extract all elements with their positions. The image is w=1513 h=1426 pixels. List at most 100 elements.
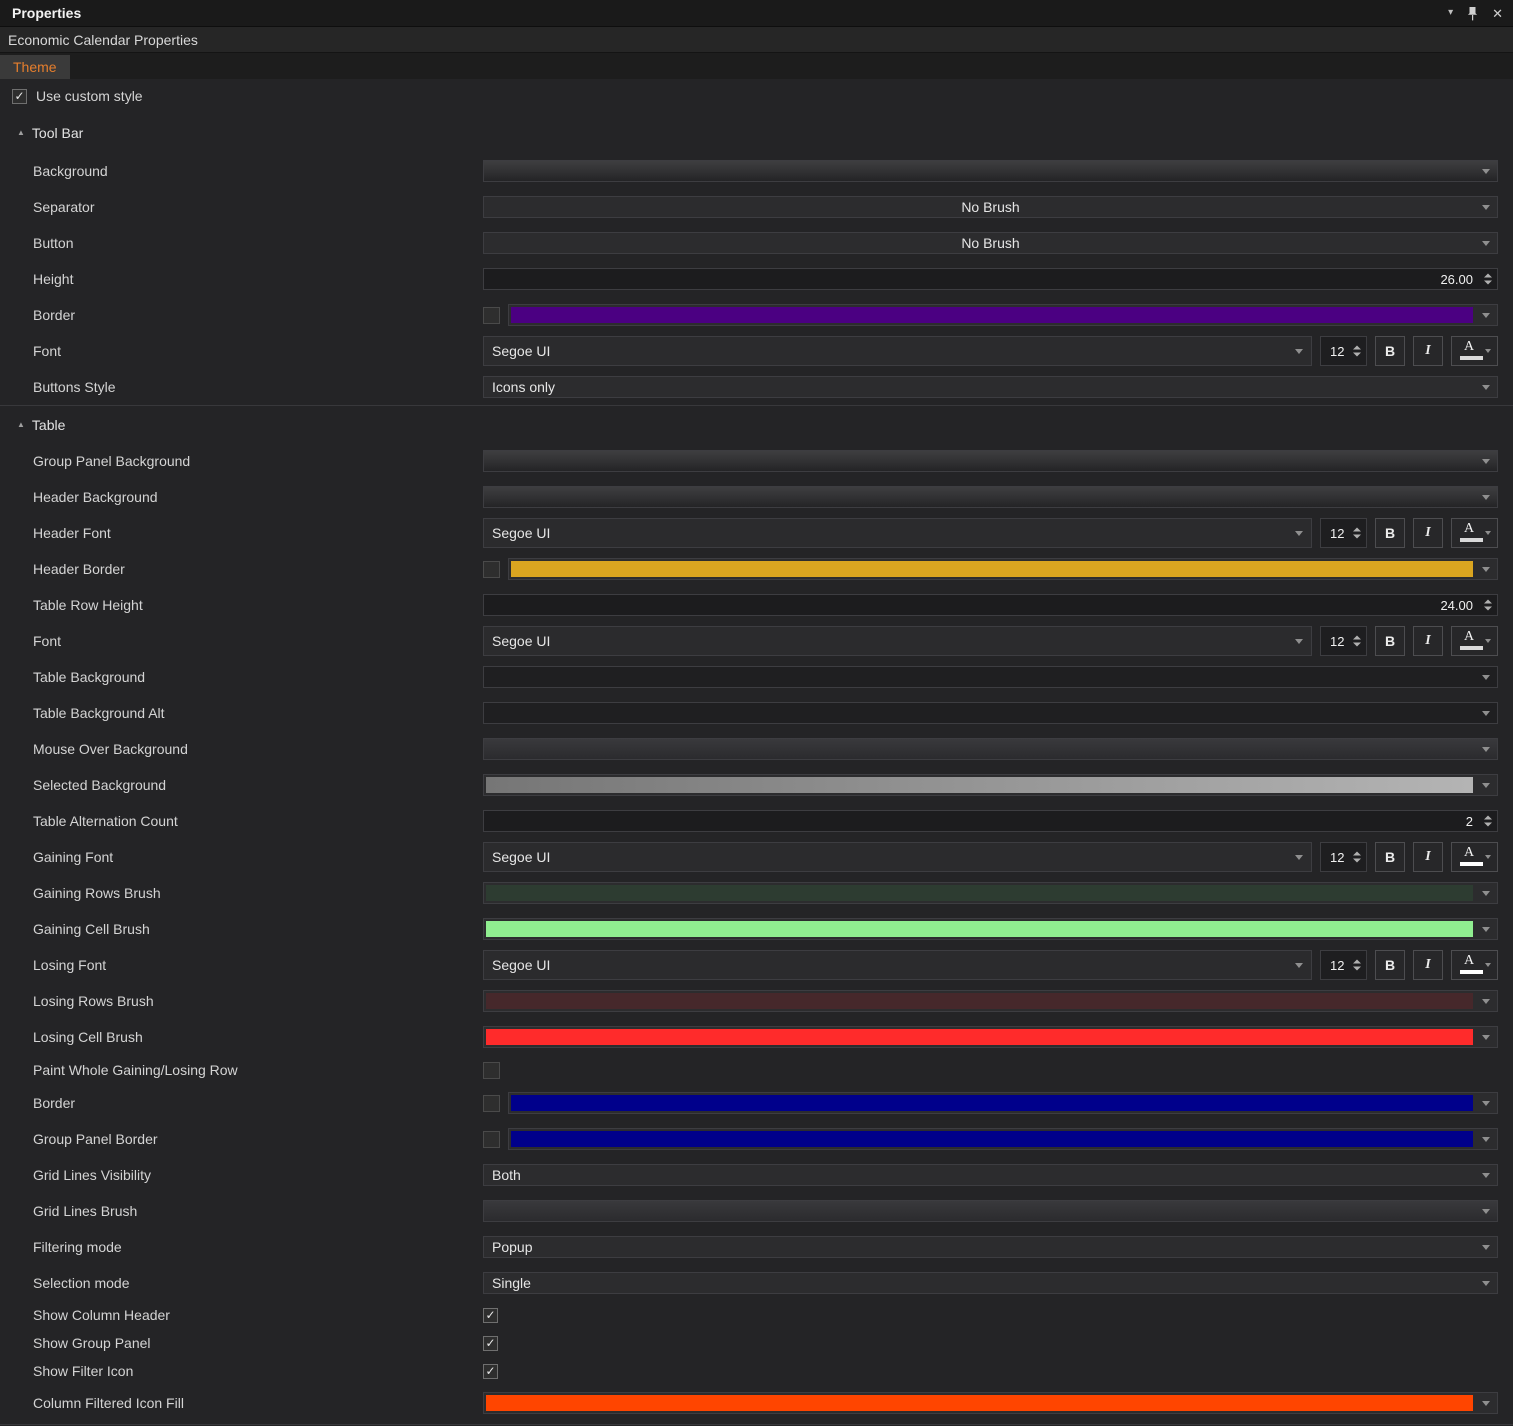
row-toolbar-background: Background bbox=[0, 153, 1513, 189]
bold-button[interactable]: B bbox=[1375, 950, 1405, 980]
font-family-dropdown[interactable]: Segoe UI bbox=[483, 518, 1312, 548]
row-show-column-header: Show Column Header bbox=[0, 1301, 1513, 1329]
toolbar-border-color-dropdown[interactable] bbox=[508, 304, 1498, 326]
italic-button[interactable]: I bbox=[1413, 950, 1443, 980]
selection-mode-select[interactable]: Single bbox=[483, 1272, 1498, 1294]
toolbar-button-brush-dropdown[interactable]: No Brush bbox=[483, 232, 1498, 254]
bold-button[interactable]: B bbox=[1375, 518, 1405, 548]
bold-button[interactable]: B bbox=[1375, 626, 1405, 656]
section-header-table[interactable]: Table bbox=[0, 405, 1513, 443]
number-value: 24.00 bbox=[1440, 598, 1473, 613]
show-column-header-checkbox[interactable] bbox=[483, 1308, 498, 1323]
brush-value: No Brush bbox=[961, 235, 1019, 251]
font-size-spinner[interactable]: 12 bbox=[1320, 336, 1367, 366]
grid-lines-visibility-select[interactable]: Both bbox=[483, 1164, 1498, 1186]
select-value: Popup bbox=[492, 1239, 532, 1255]
group-panel-background-brush-dropdown[interactable] bbox=[483, 450, 1498, 472]
font-size-spinner[interactable]: 12 bbox=[1320, 626, 1367, 656]
table-background-alt-brush-dropdown[interactable] bbox=[483, 702, 1498, 724]
font-family-dropdown[interactable]: Segoe UI bbox=[483, 950, 1312, 980]
toolbar-background-brush-dropdown[interactable] bbox=[483, 160, 1498, 182]
font-size-spinner[interactable]: 12 bbox=[1320, 518, 1367, 548]
bold-button[interactable]: B bbox=[1375, 842, 1405, 872]
header-background-brush-dropdown[interactable] bbox=[483, 486, 1498, 508]
chevron-down-icon bbox=[1295, 855, 1303, 860]
section-title: Tool Bar bbox=[32, 125, 83, 141]
chevron-down-icon bbox=[1482, 711, 1490, 716]
select-value: Single bbox=[492, 1275, 531, 1291]
table-border-color-dropdown[interactable] bbox=[508, 1092, 1498, 1114]
group-panel-border-checkbox[interactable] bbox=[483, 1131, 500, 1148]
property-label: Table Alternation Count bbox=[0, 813, 483, 829]
chevron-down-icon[interactable]: ▾ bbox=[1448, 8, 1453, 18]
gaining-cell-brush-dropdown[interactable] bbox=[483, 918, 1498, 940]
mouse-over-background-brush-dropdown[interactable] bbox=[483, 738, 1498, 760]
row-header-border: Header Border bbox=[0, 551, 1513, 587]
header-border-color-dropdown[interactable] bbox=[508, 558, 1498, 580]
row-filtering-mode: Filtering mode Popup bbox=[0, 1229, 1513, 1265]
group-panel-border-color-dropdown[interactable] bbox=[508, 1128, 1498, 1150]
font-color-dropdown[interactable]: A bbox=[1451, 950, 1498, 980]
buttons-style-select[interactable]: Icons only bbox=[483, 376, 1498, 398]
table-border-checkbox[interactable] bbox=[483, 1095, 500, 1112]
font-size-spinner[interactable]: 12 bbox=[1320, 950, 1367, 980]
collapse-arrow-icon bbox=[17, 421, 25, 429]
losing-cell-brush-dropdown[interactable] bbox=[483, 1026, 1498, 1048]
property-label: Gaining Cell Brush bbox=[0, 921, 483, 937]
spinner-arrows[interactable] bbox=[1353, 852, 1361, 863]
losing-rows-brush-dropdown[interactable] bbox=[483, 990, 1498, 1012]
table-alternation-count-input[interactable]: 2 bbox=[483, 810, 1498, 832]
gaining-rows-brush-dropdown[interactable] bbox=[483, 882, 1498, 904]
column-filtered-icon-fill-dropdown[interactable] bbox=[483, 1392, 1498, 1414]
spinner-arrows[interactable] bbox=[1353, 636, 1361, 647]
font-size-spinner[interactable]: 12 bbox=[1320, 842, 1367, 872]
table-row-height-input[interactable]: 24.00 bbox=[483, 594, 1498, 616]
pin-icon[interactable] bbox=[1467, 6, 1478, 21]
close-icon[interactable]: ✕ bbox=[1492, 7, 1503, 20]
color-swatch bbox=[486, 993, 1473, 1009]
chevron-down-icon bbox=[1482, 927, 1490, 932]
italic-button[interactable]: I bbox=[1413, 518, 1443, 548]
table-background-brush-dropdown[interactable] bbox=[483, 666, 1498, 688]
font-family-dropdown[interactable]: Segoe UI bbox=[483, 626, 1312, 656]
show-filter-icon-checkbox[interactable] bbox=[483, 1364, 498, 1379]
italic-button[interactable]: I bbox=[1413, 842, 1443, 872]
spinner-arrows[interactable] bbox=[1353, 528, 1361, 539]
show-group-panel-checkbox[interactable] bbox=[483, 1336, 498, 1351]
filtering-mode-select[interactable]: Popup bbox=[483, 1236, 1498, 1258]
grid-lines-brush-dropdown[interactable] bbox=[483, 1200, 1498, 1222]
toolbar-height-input[interactable]: 26.00 bbox=[483, 268, 1498, 290]
font-family-dropdown[interactable]: Segoe UI bbox=[483, 336, 1312, 366]
font-color-dropdown[interactable]: A bbox=[1451, 626, 1498, 656]
spinner-arrows[interactable] bbox=[1484, 816, 1492, 827]
italic-button[interactable]: I bbox=[1413, 626, 1443, 656]
toolbar-border-checkbox[interactable] bbox=[483, 307, 500, 324]
spinner-arrows[interactable] bbox=[1484, 274, 1492, 285]
font-color-dropdown[interactable]: A bbox=[1451, 336, 1498, 366]
font-color-dropdown[interactable]: A bbox=[1451, 842, 1498, 872]
chevron-down-icon bbox=[1485, 855, 1491, 859]
spinner-arrows[interactable] bbox=[1353, 960, 1361, 971]
use-custom-style-checkbox[interactable] bbox=[12, 89, 27, 104]
font-family-dropdown[interactable]: Segoe UI bbox=[483, 842, 1312, 872]
selected-background-brush-dropdown[interactable] bbox=[483, 774, 1498, 796]
color-swatch bbox=[486, 885, 1473, 901]
property-label: Border bbox=[0, 307, 483, 323]
spinner-arrows[interactable] bbox=[1484, 600, 1492, 611]
property-label: Button bbox=[0, 235, 483, 251]
spinner-arrows[interactable] bbox=[1353, 346, 1361, 357]
paint-whole-gaining-losing-row-checkbox[interactable] bbox=[483, 1062, 500, 1079]
row-header-background: Header Background bbox=[0, 479, 1513, 515]
property-label: Group Panel Border bbox=[0, 1131, 483, 1147]
bold-button[interactable]: B bbox=[1375, 336, 1405, 366]
font-color-swatch bbox=[1460, 356, 1483, 360]
tab-theme[interactable]: Theme bbox=[0, 55, 70, 79]
property-label: Show Group Panel bbox=[0, 1335, 483, 1351]
section-header-tool-bar[interactable]: Tool Bar bbox=[0, 113, 1513, 153]
font-color-dropdown[interactable]: A bbox=[1451, 518, 1498, 548]
toolbar-separator-brush-dropdown[interactable]: No Brush bbox=[483, 196, 1498, 218]
italic-button[interactable]: I bbox=[1413, 336, 1443, 366]
chevron-down-icon bbox=[1295, 349, 1303, 354]
header-border-checkbox[interactable] bbox=[483, 561, 500, 578]
property-label: Border bbox=[0, 1095, 483, 1111]
